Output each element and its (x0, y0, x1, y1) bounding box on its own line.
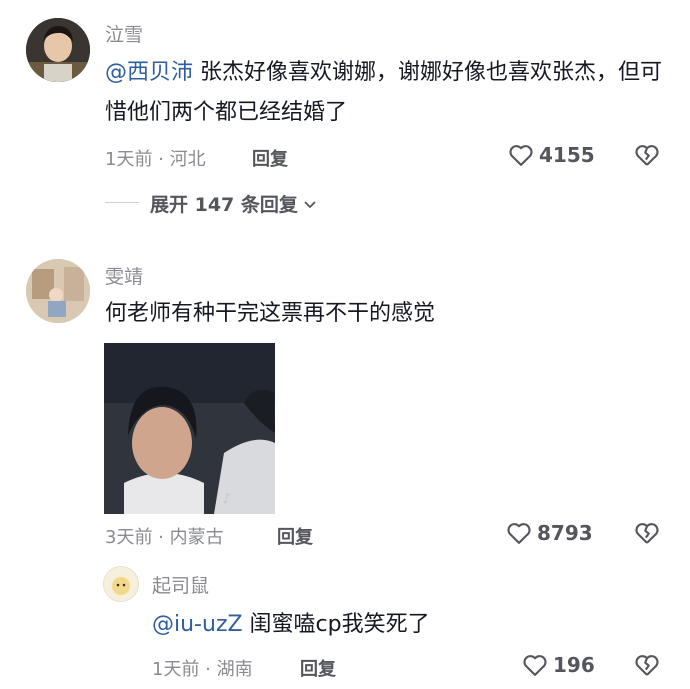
comment-text: 何老师有种干完这票再不干的感觉 (105, 301, 436, 326)
like-count: 196 (553, 653, 595, 677)
avatar[interactable] (103, 566, 139, 602)
heart-icon (521, 651, 549, 679)
author-name[interactable]: 雯靖 (105, 262, 143, 289)
heart-icon (505, 519, 533, 547)
avatar[interactable] (26, 259, 90, 323)
dislike-icon[interactable] (633, 651, 661, 679)
like-count: 8793 (537, 521, 593, 545)
reply-button[interactable]: 回复 (300, 655, 336, 681)
dislike-icon[interactable] (633, 519, 661, 547)
svg-text:♪: ♪ (222, 491, 231, 507)
dislike-icon[interactable] (633, 141, 661, 169)
heart-icon (507, 141, 535, 169)
like-count: 4155 (539, 143, 595, 167)
reply-meta: 1天前 · 湖南 (152, 659, 253, 680)
comment-meta: 3天前 · 内蒙古 (105, 527, 224, 548)
expand-replies-label: 展开 147 条回复 (150, 194, 298, 216)
mention-link[interactable]: @iu-uzZ (152, 612, 243, 637)
reply-text: @iu-uzZ 闺蜜嗑cp我笑死了 (152, 605, 430, 645)
avatar[interactable] (26, 18, 90, 82)
like-button[interactable]: 4155 (507, 141, 595, 169)
reply-body: 闺蜜嗑cp我笑死了 (242, 612, 430, 637)
reply-button[interactable]: 回复 (252, 145, 288, 171)
reply-button[interactable]: 回复 (277, 523, 313, 549)
mention-link[interactable]: @西贝沛 (105, 60, 193, 85)
author-name[interactable]: 泣雪 (105, 20, 143, 47)
author-name[interactable]: 起司鼠 (152, 571, 209, 598)
comment-text: @西贝沛 张杰好像喜欢谢娜，谢娜好像也喜欢张杰，但可惜他们两个都已经结婚了 (105, 53, 665, 133)
chevron-down-icon (302, 196, 318, 212)
expand-replies-button[interactable]: 展开 147 条回复 (150, 190, 318, 217)
comment-meta: 1天前 · 河北 (105, 149, 206, 170)
divider (105, 202, 139, 203)
comment-image[interactable]: ♪ (104, 343, 275, 514)
like-button[interactable]: 8793 (505, 519, 593, 547)
like-button[interactable]: 196 (521, 651, 595, 679)
